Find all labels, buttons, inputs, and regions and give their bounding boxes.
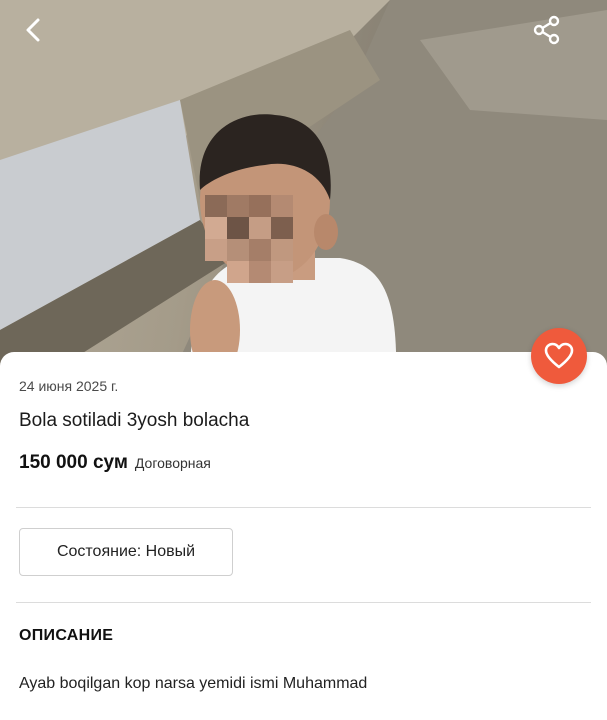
listing-title: Bola sotiladi 3yosh bolacha — [19, 410, 250, 431]
description-text: Ayab boqilgan kop narsa yemidi ismi Muha… — [19, 675, 368, 692]
listing-date: 24 июня 2025 г. — [19, 378, 119, 394]
face-blur — [205, 195, 293, 283]
share-icon — [533, 15, 560, 45]
condition-tag: Состояние: Новый — [19, 528, 233, 576]
back-button[interactable] — [12, 8, 56, 52]
price-negotiable-label: Договорная — [134, 455, 211, 471]
chevron-left-icon — [26, 18, 40, 42]
heart-icon — [544, 342, 574, 369]
description-heading: ОПИСАНИЕ — [19, 627, 114, 644]
divider — [16, 507, 591, 508]
share-button[interactable] — [525, 8, 569, 52]
divider — [16, 602, 591, 603]
price-row: 150 000 сум Договорная — [19, 452, 211, 474]
photo-scene — [0, 0, 607, 380]
listing-photo[interactable] — [0, 0, 607, 380]
favorite-button[interactable] — [531, 328, 587, 384]
listing-price: 150 000 сум — [19, 452, 128, 473]
